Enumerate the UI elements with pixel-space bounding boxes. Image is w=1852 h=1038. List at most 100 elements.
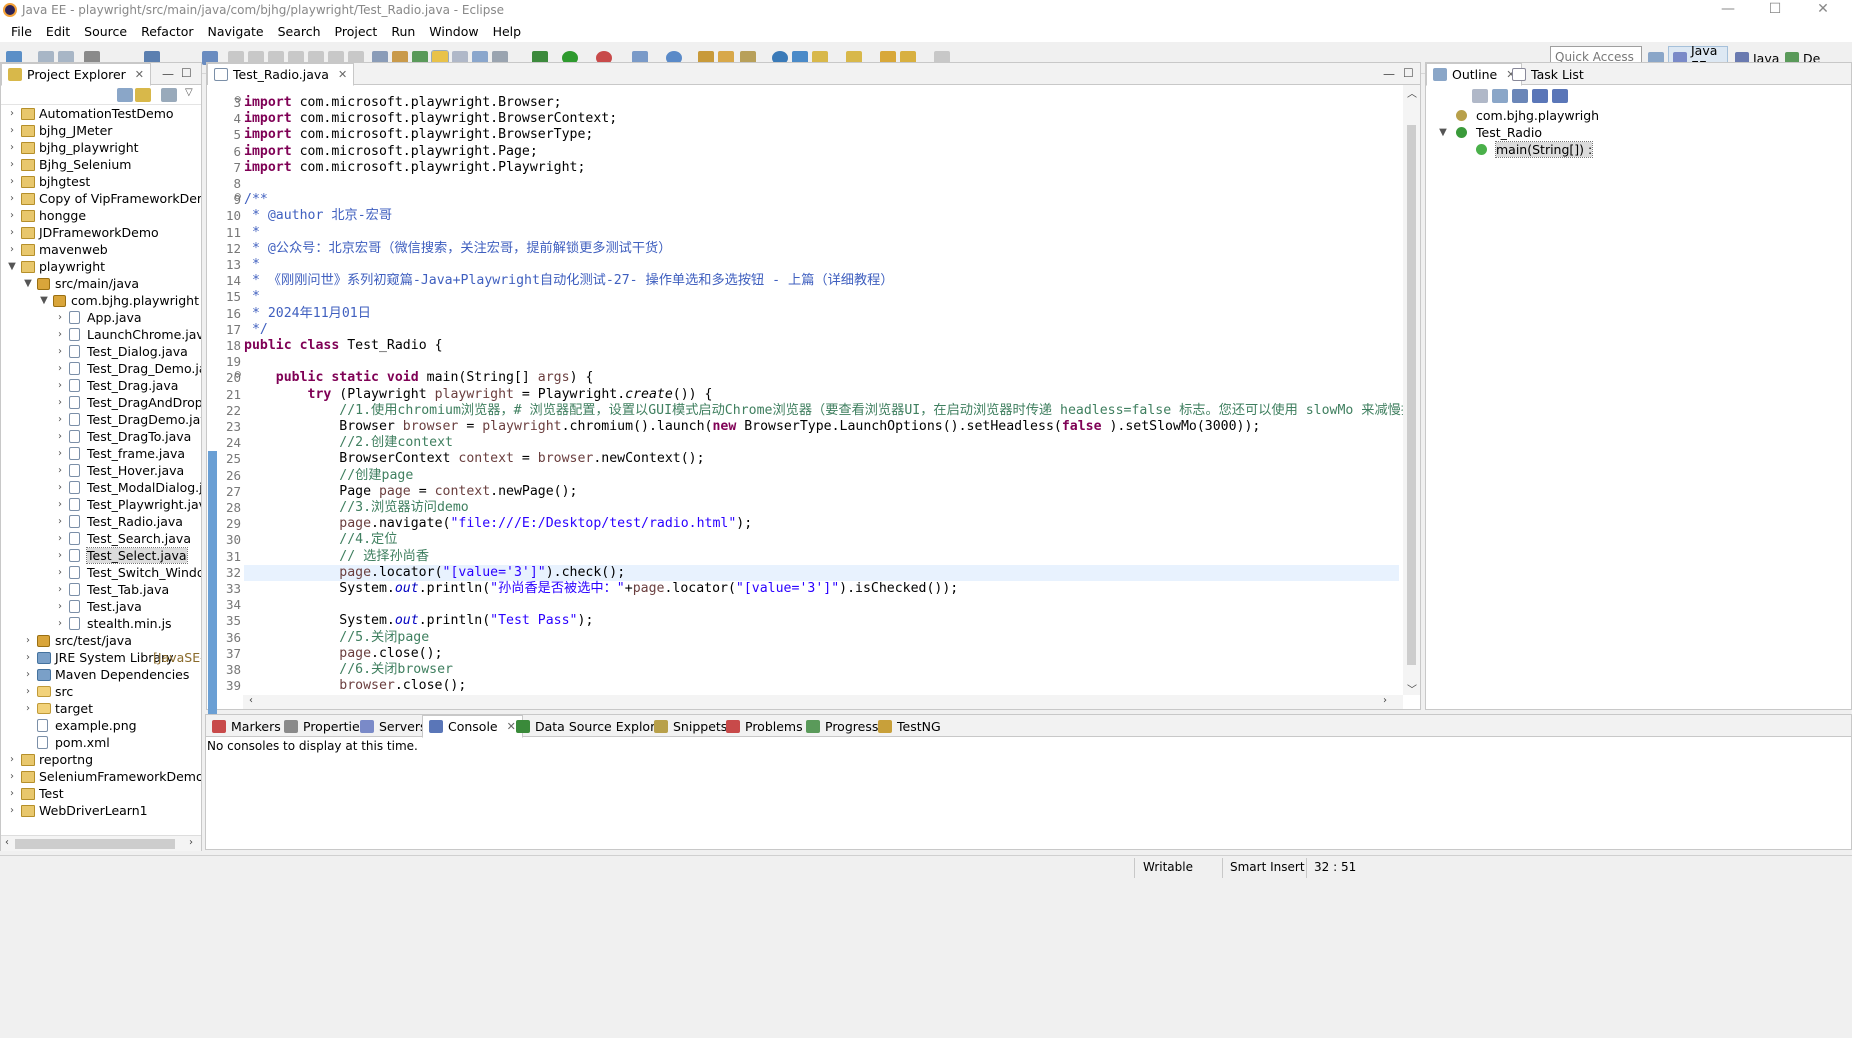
collapsed-icon[interactable]: ›: [55, 397, 65, 408]
hide-fields-icon[interactable]: [1472, 89, 1488, 103]
collapsed-icon[interactable]: ›: [23, 635, 33, 646]
collapse-all-icon[interactable]: [1492, 89, 1508, 103]
menu-file[interactable]: File: [4, 24, 39, 39]
minimize-editor-icon[interactable]: —: [1383, 67, 1395, 81]
maximize-button[interactable]: ☐: [1752, 0, 1798, 20]
collapsed-icon[interactable]: ›: [7, 788, 17, 799]
menu-project[interactable]: Project: [328, 24, 385, 39]
outline-item[interactable]: ▼ Test_Radio: [1426, 124, 1851, 141]
menu-navigate[interactable]: Navigate: [201, 24, 271, 39]
fold-icon[interactable]: ⊖: [234, 95, 242, 105]
collapsed-icon[interactable]: ›: [7, 159, 17, 170]
code-line[interactable]: page.navigate("file:///E:/Desktop/test/r…: [244, 516, 752, 532]
code-line[interactable]: //6.关闭browser: [244, 662, 453, 678]
tree-item[interactable]: › stealth.min.js: [1, 615, 201, 632]
outline-item[interactable]: main(String[]) :: [1426, 141, 1851, 158]
collapsed-icon[interactable]: ›: [7, 142, 17, 153]
code-line[interactable]: Page page = context.newPage();: [244, 484, 577, 500]
code-line[interactable]: import com.microsoft.playwright.BrowserT…: [244, 127, 593, 143]
sort-icon[interactable]: [1512, 89, 1528, 103]
scroll-right-icon[interactable]: ›: [189, 837, 193, 848]
minimize-view-icon[interactable]: —: [162, 67, 174, 81]
code-line[interactable]: //2.创建context: [244, 435, 453, 451]
tree-item[interactable]: › SeleniumFrameworkDemo: [1, 768, 201, 785]
code-line[interactable]: // 选择孙尚香: [244, 549, 429, 565]
tree-item[interactable]: › Test_Playwright.java: [1, 496, 201, 513]
tree-item[interactable]: › src/test/java: [1, 632, 201, 649]
code-line[interactable]: /**: [244, 192, 268, 208]
tree-item[interactable]: › hongge: [1, 207, 201, 224]
tree-item[interactable]: › Test_Drag.java: [1, 377, 201, 394]
collapsed-icon[interactable]: ›: [23, 686, 33, 697]
tree-item[interactable]: › Test_DragDemo.java: [1, 411, 201, 428]
close-tab-icon[interactable]: ✕: [135, 68, 144, 81]
scroll-left-icon[interactable]: ‹: [5, 837, 9, 848]
collapsed-icon[interactable]: ›: [55, 380, 65, 391]
tab-servers[interactable]: Servers: [354, 715, 433, 737]
collapsed-icon[interactable]: ›: [55, 618, 65, 629]
code-line[interactable]: * 2024年11月01日: [244, 306, 371, 322]
tree-item[interactable]: › bjhgtest: [1, 173, 201, 190]
tree-item[interactable]: › Test: [1, 785, 201, 802]
tree-item[interactable]: ▼ src/main/java: [1, 275, 201, 292]
tab-markers[interactable]: Markers: [206, 715, 287, 737]
tree-item[interactable]: › Test_Drag_Demo.java: [1, 360, 201, 377]
code-line[interactable]: //4.定位: [244, 532, 397, 548]
tree-item[interactable]: › Test_Dialog.java: [1, 343, 201, 360]
code-line[interactable]: import com.microsoft.playwright.Browser;: [244, 95, 562, 111]
tree-item[interactable]: ▼ playwright: [1, 258, 201, 275]
code-line[interactable]: *: [244, 225, 260, 241]
tree-item[interactable]: › src: [1, 683, 201, 700]
minimize-button[interactable]: —: [1705, 0, 1751, 20]
tree-item[interactable]: › JDFrameworkDemo: [1, 224, 201, 241]
tree-item[interactable]: › Bjhg_Selenium: [1, 156, 201, 173]
link-editor-icon[interactable]: [135, 88, 151, 102]
tree-item[interactable]: example.png: [1, 717, 201, 734]
tree-item[interactable]: › LaunchChrome.java: [1, 326, 201, 343]
tree-item[interactable]: › bjhg_JMeter: [1, 122, 201, 139]
code-line[interactable]: //3.浏览器访问demo: [244, 500, 468, 516]
code-line[interactable]: public class Test_Radio {: [244, 338, 443, 354]
view-menu-icon[interactable]: ▽: [185, 87, 193, 98]
collapsed-icon[interactable]: ›: [55, 465, 65, 476]
menu-edit[interactable]: Edit: [39, 24, 77, 39]
code-line[interactable]: System.out.println("孙尚香是否被选中："+page.loca…: [244, 581, 958, 597]
collapsed-icon[interactable]: ›: [7, 176, 17, 187]
menu-source[interactable]: Source: [77, 24, 134, 39]
tab-testng[interactable]: TestNG: [872, 715, 947, 737]
code-line[interactable]: System.out.println("Test Pass");: [244, 613, 593, 629]
collapsed-icon[interactable]: ›: [55, 533, 65, 544]
collapsed-icon[interactable]: ›: [23, 703, 33, 714]
scroll-up-icon[interactable]: ︿: [1407, 85, 1417, 100]
menu-run[interactable]: Run: [384, 24, 422, 39]
scroll-left-icon[interactable]: ‹: [249, 695, 253, 706]
menu-search[interactable]: Search: [271, 24, 328, 39]
fold-icon[interactable]: ⊖: [234, 192, 242, 202]
collapsed-icon[interactable]: ›: [7, 805, 17, 816]
collapsed-icon[interactable]: ›: [7, 210, 17, 221]
tree-item[interactable]: › Test_Radio.java: [1, 513, 201, 530]
tree-item[interactable]: › bjhg_playwright: [1, 139, 201, 156]
collapsed-icon[interactable]: ›: [55, 431, 65, 442]
scroll-thumb[interactable]: [15, 839, 175, 849]
expanded-icon[interactable]: ▼: [39, 295, 49, 306]
tree-item[interactable]: › Test_DragAndDrop.java: [1, 394, 201, 411]
collapsed-icon[interactable]: ›: [55, 363, 65, 374]
code-line[interactable]: //1.使用chromium浏览器，# 浏览器配置，设置以GUI模式启动Chro…: [244, 403, 1403, 419]
code-line[interactable]: * @author 北京-宏哥: [244, 208, 392, 224]
code-line[interactable]: BrowserContext context = browser.newCont…: [244, 451, 704, 467]
tree-item[interactable]: › Test_frame.java: [1, 445, 201, 462]
tree-item[interactable]: pom.xml: [1, 734, 201, 751]
editor-hscrollbar[interactable]: ‹ ›: [243, 695, 1403, 709]
expanded-icon[interactable]: ▼: [23, 278, 33, 289]
code-line[interactable]: *: [244, 289, 260, 305]
code-line[interactable]: * @公众号：北京宏哥（微信搜索，关注宏哥，提前解锁更多测试干货）: [244, 241, 671, 257]
maximize-view-icon[interactable]: ☐: [181, 66, 192, 80]
tab-problems[interactable]: Problems: [720, 715, 809, 737]
code-line[interactable]: */: [244, 322, 268, 338]
scroll-right-icon[interactable]: ›: [1383, 695, 1387, 706]
tree-item[interactable]: › Maven Dependencies: [1, 666, 201, 683]
code-line[interactable]: import com.microsoft.playwright.BrowserC…: [244, 111, 617, 127]
editor-vscrollbar[interactable]: ︿ ﹀: [1403, 85, 1420, 696]
tree-item[interactable]: › Copy of VipFrameworkDemo: [1, 190, 201, 207]
